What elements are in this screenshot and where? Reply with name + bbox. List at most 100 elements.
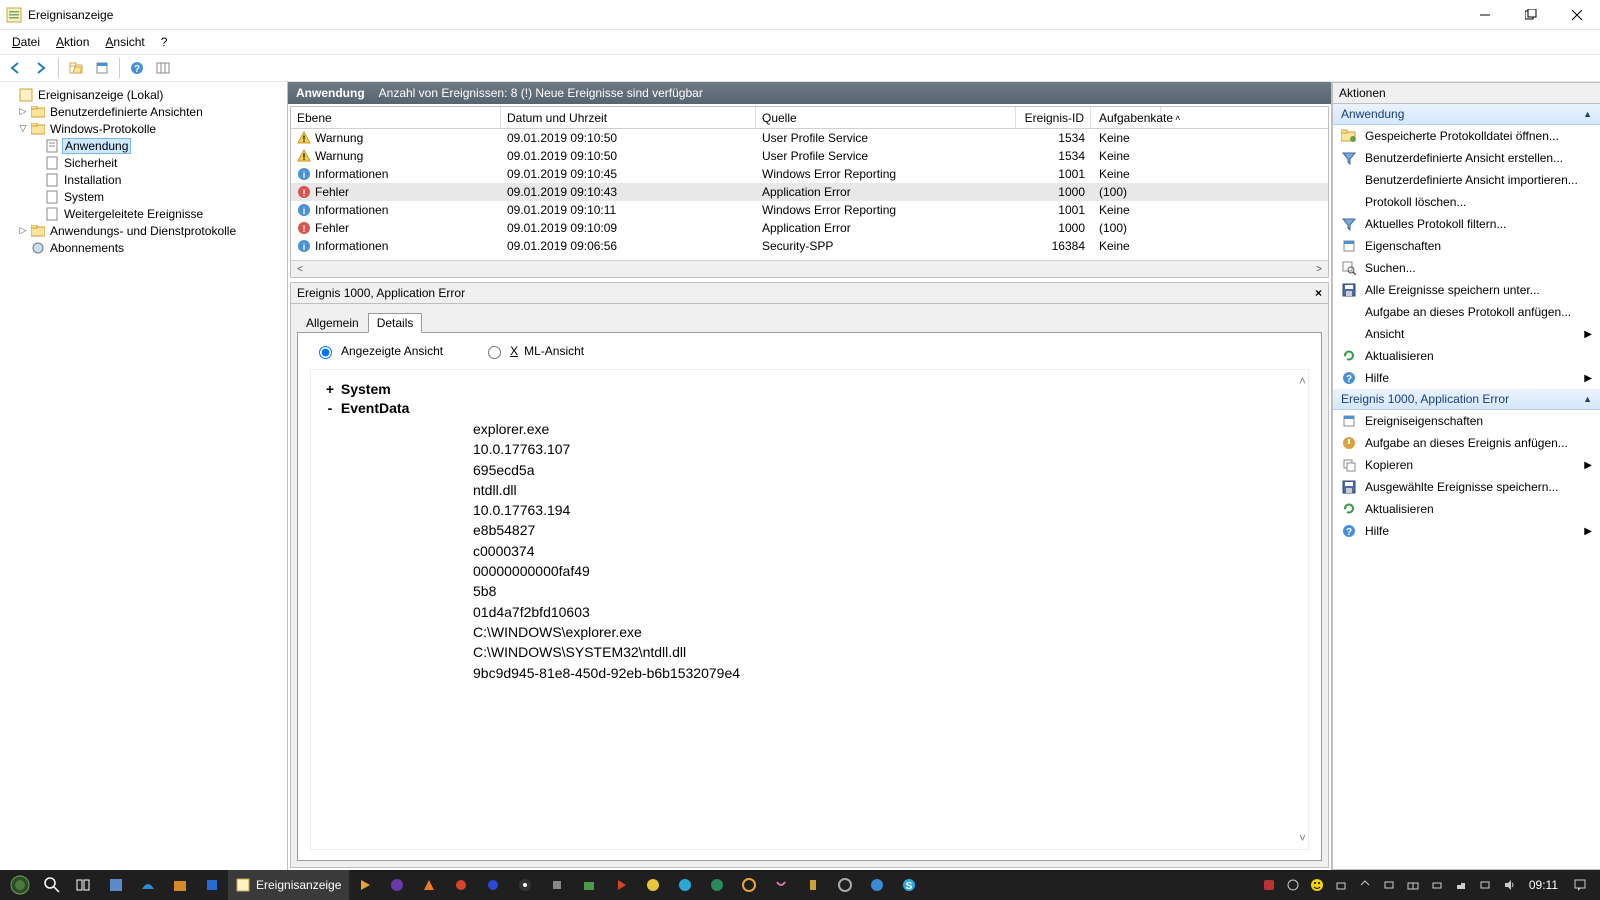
close-button[interactable] — [1554, 0, 1600, 30]
tree-root[interactable]: Ereignisanzeige (Lokal) — [2, 86, 285, 103]
taskbar-app-icon[interactable] — [164, 870, 196, 900]
tree-setup[interactable]: Installation — [2, 171, 285, 188]
taskbar-app-icon[interactable] — [413, 870, 445, 900]
start-button[interactable] — [4, 870, 36, 900]
radio-friendly[interactable]: Angezeigte Ansicht — [314, 343, 443, 359]
tree-subscriptions[interactable]: Abonnements — [2, 239, 285, 256]
forward-button[interactable] — [30, 57, 52, 79]
taskbar-app-icon[interactable] — [349, 870, 381, 900]
tray-icon[interactable] — [1307, 870, 1327, 900]
tray-icon[interactable] — [1259, 870, 1279, 900]
menu-view[interactable]: Ansicht — [97, 33, 152, 51]
toolbar-folder-button[interactable] — [65, 57, 87, 79]
action-item[interactable]: Benutzerdefinierte Ansicht importieren..… — [1333, 169, 1600, 191]
toolbar-panes-button[interactable] — [152, 57, 174, 79]
tray-clock[interactable]: 09:11 — [1523, 878, 1564, 892]
action-item[interactable]: Aufgabe an dieses Ereignis anfügen... — [1333, 432, 1600, 454]
minimize-button[interactable] — [1462, 0, 1508, 30]
scroll-up-icon[interactable]: ˄ — [1299, 374, 1306, 388]
tree-system[interactable]: System — [2, 188, 285, 205]
action-item[interactable]: ?Hilfe▶ — [1333, 367, 1600, 389]
toolbar-properties-button[interactable] — [91, 57, 113, 79]
taskbar-app-icon[interactable] — [100, 870, 132, 900]
scroll-down-icon[interactable]: ˅ — [1299, 831, 1306, 845]
taskbar-app-icon[interactable] — [733, 870, 765, 900]
eventdata-node[interactable]: - EventData — [323, 400, 1296, 416]
tree-application[interactable]: Anwendung — [2, 137, 285, 154]
col-date[interactable]: Datum und Uhrzeit — [501, 107, 756, 128]
tray-icon[interactable] — [1451, 870, 1471, 900]
taskbar-app-icon[interactable] — [196, 870, 228, 900]
col-task[interactable]: Aufgabenkate˄ — [1091, 107, 1161, 128]
actions-group-log[interactable]: Anwendung▲ — [1333, 104, 1600, 125]
taskview-button[interactable] — [68, 870, 100, 900]
action-item[interactable]: Ansicht▶ — [1333, 323, 1600, 345]
scroll-left-icon[interactable]: < — [293, 264, 307, 275]
tray-icon[interactable] — [1355, 870, 1375, 900]
collapse-icon[interactable]: ▽ — [16, 123, 30, 134]
taskbar-running-app[interactable]: Ereignisanzeige — [228, 870, 349, 900]
expand-icon[interactable]: ▷ — [16, 106, 30, 117]
action-item[interactable]: Gespeicherte Protokolldatei öffnen... — [1333, 125, 1600, 147]
action-item[interactable]: Ausgewählte Ereignisse speichern... — [1333, 476, 1600, 498]
taskbar-app-icon[interactable] — [477, 870, 509, 900]
tray-icon[interactable] — [1331, 870, 1351, 900]
taskbar-app-icon[interactable] — [381, 870, 413, 900]
taskbar-app-icon[interactable] — [573, 870, 605, 900]
taskbar-app-icon[interactable] — [797, 870, 829, 900]
tray-icon[interactable] — [1427, 870, 1447, 900]
scroll-right-icon[interactable]: > — [1312, 264, 1326, 275]
expand-icon[interactable]: + — [323, 381, 337, 397]
action-item[interactable]: Ereigniseigenschaften — [1333, 410, 1600, 432]
action-item[interactable]: Alle Ereignisse speichern unter... — [1333, 279, 1600, 301]
menu-file[interactable]: Datei — [4, 33, 48, 51]
horizontal-scrollbar[interactable]: < > — [291, 260, 1328, 277]
taskbar-app-icon[interactable] — [637, 870, 669, 900]
event-row[interactable]: !Fehler09.01.2019 09:10:09Application Er… — [291, 219, 1328, 237]
event-row[interactable]: !Fehler09.01.2019 09:10:43Application Er… — [291, 183, 1328, 201]
back-button[interactable] — [4, 57, 26, 79]
action-item[interactable]: Aktualisieren — [1333, 498, 1600, 520]
col-source[interactable]: Quelle — [756, 107, 1016, 128]
event-row[interactable]: iInformationen09.01.2019 09:10:11Windows… — [291, 201, 1328, 219]
col-id[interactable]: Ereignis-ID — [1016, 107, 1091, 128]
tree-security[interactable]: Sicherheit — [2, 154, 285, 171]
taskbar-app-icon[interactable] — [701, 870, 733, 900]
tray-notifications-icon[interactable] — [1568, 870, 1592, 900]
taskbar-app-icon[interactable] — [861, 870, 893, 900]
expand-icon[interactable]: ▷ — [16, 225, 30, 236]
taskbar[interactable]: Ereignisanzeige S 09:11 — [0, 870, 1600, 900]
tab-details[interactable]: Details — [368, 313, 423, 333]
tray-network-icon[interactable] — [1475, 870, 1495, 900]
tray-volume-icon[interactable] — [1499, 870, 1519, 900]
toolbar-help-button[interactable]: ? — [126, 57, 148, 79]
taskbar-app-icon[interactable] — [509, 870, 541, 900]
menu-help[interactable]: ? — [153, 33, 176, 51]
col-level[interactable]: Ebene — [291, 107, 501, 128]
action-item[interactable]: Aktualisieren — [1333, 345, 1600, 367]
taskbar-app-icon[interactable]: S — [893, 870, 925, 900]
action-item[interactable]: Kopieren▶ — [1333, 454, 1600, 476]
tree-forwarded[interactable]: Weitergeleitete Ereignisse — [2, 205, 285, 222]
event-row[interactable]: !Warnung09.01.2019 09:10:50User Profile … — [291, 147, 1328, 165]
tree-app-service-logs[interactable]: ▷ Anwendungs- und Dienstprotokolle — [2, 222, 285, 239]
taskbar-app-icon[interactable] — [445, 870, 477, 900]
tray-icon[interactable] — [1283, 870, 1303, 900]
taskbar-app-icon[interactable] — [829, 870, 861, 900]
collapse-icon[interactable]: - — [323, 400, 337, 416]
action-item[interactable]: Eigenschaften — [1333, 235, 1600, 257]
tab-general[interactable]: Allgemein — [297, 313, 368, 333]
action-item[interactable]: Aktuelles Protokoll filtern... — [1333, 213, 1600, 235]
taskbar-app-icon[interactable] — [669, 870, 701, 900]
action-item[interactable]: Protokoll löschen... — [1333, 191, 1600, 213]
menu-action[interactable]: Aktion — [48, 33, 97, 51]
radio-xml[interactable]: XML-Ansicht — [483, 343, 584, 359]
taskbar-app-icon[interactable] — [765, 870, 797, 900]
system-node[interactable]: + System — [323, 381, 1296, 397]
tree-windows-logs[interactable]: ▽ Windows-Protokolle — [2, 120, 285, 137]
action-item[interactable]: Suchen... — [1333, 257, 1600, 279]
event-row[interactable]: !Warnung09.01.2019 09:10:50User Profile … — [291, 129, 1328, 147]
search-button[interactable] — [36, 870, 68, 900]
taskbar-app-icon[interactable] — [541, 870, 573, 900]
actions-group-event[interactable]: Ereignis 1000, Application Error▲ — [1333, 389, 1600, 410]
